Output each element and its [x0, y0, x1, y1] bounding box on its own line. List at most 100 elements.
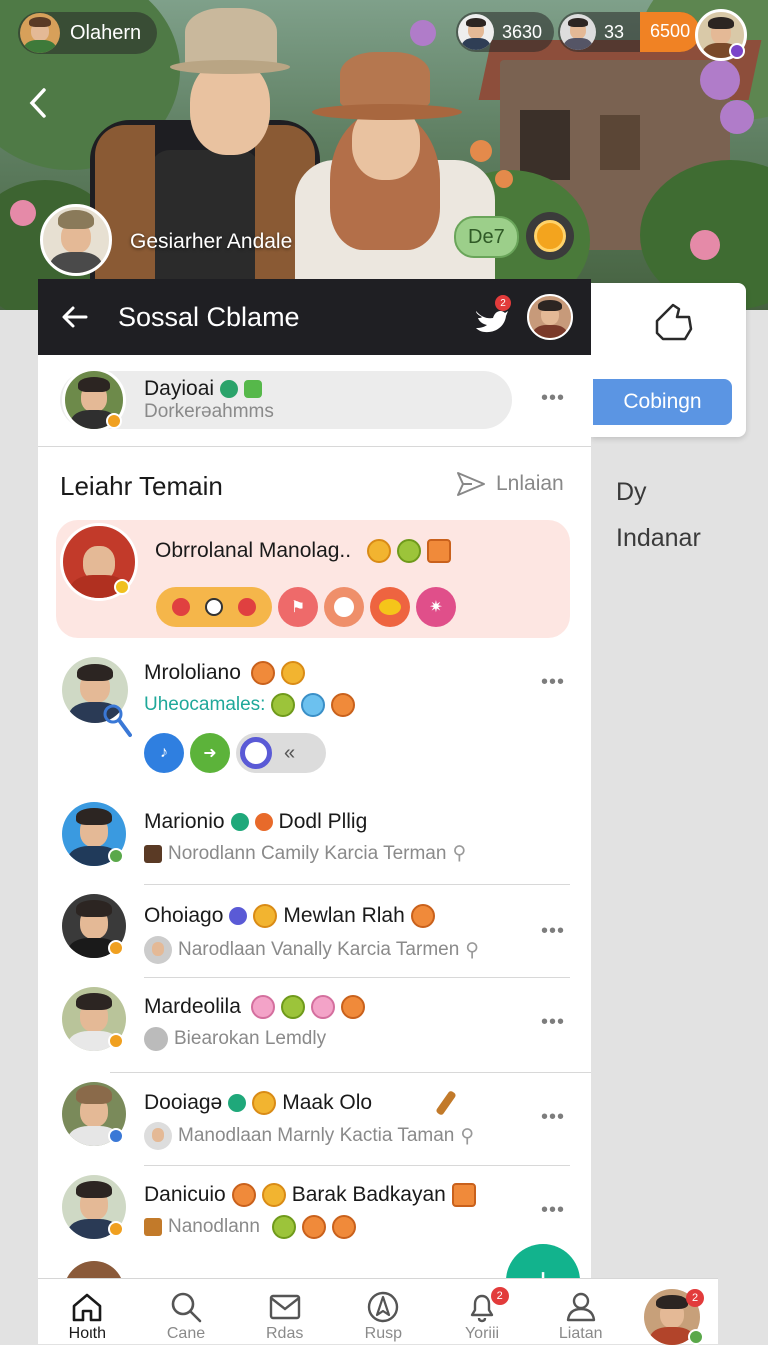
section-action[interactable]: Lnlaian: [456, 471, 564, 497]
item-more-button-4[interactable]: •••: [541, 1011, 565, 1034]
featured-reactions: ⚑ ✷: [156, 587, 456, 627]
item-name-4: Mardeolila: [144, 995, 365, 1019]
sub-icon-6: [144, 1218, 162, 1236]
fire-emoji-icon: [250, 661, 275, 685]
list-item-6[interactable]: Danicuio Barak Badkayan Nanodlann •••: [38, 1167, 591, 1259]
back-arrow-icon[interactable]: [60, 302, 90, 332]
header-avatar[interactable]: [527, 294, 573, 340]
laugh-emoji-icon: [340, 995, 365, 1019]
item-more-button-1[interactable]: •••: [541, 671, 565, 694]
stat-value-1: 3630: [502, 21, 543, 42]
profile-card-sub: Dorkerǝahmms: [144, 401, 274, 422]
blush-emoji-icon: [331, 693, 356, 717]
list-item-5[interactable]: Dooiagǝ Maak Olo Manodlaan Marnly Kactia…: [38, 1074, 591, 1166]
item-sub-3: Narodlaan Vanally Karcia Tarmen ⚲: [144, 936, 479, 964]
hero-tag[interactable]: De7: [454, 216, 519, 258]
profile-card-more-button[interactable]: •••: [541, 387, 565, 410]
sun-emoji-icon-2: [253, 904, 278, 928]
featured-name: Obrrolanal Manolag..: [155, 539, 452, 563]
search-icon: [171, 1292, 202, 1323]
item-sub-5: Manodlaan Marnly Kactia Taman ⚲: [144, 1122, 474, 1150]
smile-emoji-icon: [397, 539, 422, 563]
item-sub-2: Norodlann Camily Karcia Terman ⚲: [144, 842, 466, 865]
flag-reaction-icon[interactable]: ⚑: [278, 587, 318, 627]
nav-mail[interactable]: Rdas: [235, 1279, 334, 1344]
item-badge-icon-6: [108, 1221, 124, 1237]
caption-avatar: [40, 204, 112, 276]
stat-chip-2[interactable]: 33 6500: [558, 12, 701, 52]
nav-avatar-status-icon: [688, 1329, 705, 1345]
laugh-emoji-icon-3: [331, 1215, 356, 1239]
sun-emoji-icon: [367, 539, 392, 563]
nav-compass[interactable]: Rusp: [334, 1279, 433, 1344]
torch-icon: [435, 1090, 457, 1116]
stat-value-3: 6500: [640, 12, 701, 52]
smirk-emoji-icon: [410, 904, 435, 928]
bird-notification-button[interactable]: 2: [473, 295, 513, 337]
side-text-2: Indanar: [616, 524, 701, 552]
list-item-4[interactable]: Mardeolila Biearokan Lemdly •••: [38, 979, 591, 1073]
laugh-emoji-icon-2: [301, 1215, 326, 1239]
item-name-3: Ohoiago Mewlan Rlah: [144, 904, 435, 928]
lemon-reaction-icon[interactable]: [370, 587, 410, 627]
hero-coin-icon[interactable]: [526, 212, 574, 260]
mail-icon: [269, 1294, 300, 1320]
stat-avatar-2: [560, 14, 596, 50]
thumbs-up-icon[interactable]: [649, 299, 697, 347]
toggle-pill-icon[interactable]: «: [236, 733, 326, 773]
nav-avatar-badge: 2: [686, 1289, 705, 1307]
section-title: Leiahr Temain: [60, 471, 223, 501]
item-more-button-3[interactable]: •••: [541, 920, 565, 943]
tiktok-icon[interactable]: ♪: [144, 733, 184, 773]
bell-badge: 2: [490, 1287, 509, 1305]
nav-avatar-slot[interactable]: 2: [630, 1279, 718, 1345]
reaction-faces-icon[interactable]: [156, 587, 272, 627]
item-badge-icon-5: [108, 1128, 124, 1144]
tape-emoji-icon: [427, 539, 452, 563]
profile-card-name: Dayioai: [144, 377, 263, 401]
stat-value-2: 33: [604, 21, 625, 42]
nav-profile[interactable]: Liatan: [531, 1279, 630, 1344]
side-text-1: Dy: [616, 478, 647, 506]
person-icon: [566, 1292, 595, 1322]
item-more-button-6[interactable]: •••: [541, 1199, 565, 1222]
pineapple-emoji-icon: [271, 693, 296, 717]
teal-badge-icon: [230, 813, 249, 831]
person-small-icon: ⚲: [452, 843, 467, 864]
purple-badge-icon: [229, 907, 248, 925]
nav-search[interactable]: Cane: [137, 1279, 236, 1344]
user-avatar: [20, 13, 60, 53]
back-chevron-icon[interactable]: [24, 86, 52, 120]
cobingn-button[interactable]: Cobingn: [593, 379, 732, 425]
item-more-button-5[interactable]: •••: [541, 1106, 565, 1129]
sub-avatar-5: [144, 1122, 172, 1150]
profile-card[interactable]: [60, 371, 512, 429]
nav-bell[interactable]: 2 Yoriii: [433, 1279, 532, 1344]
person-small-icon-2: ⚲: [465, 939, 480, 961]
arrow-app-icon[interactable]: ➜: [190, 733, 230, 773]
profile-card-badge-icon: [106, 413, 122, 429]
item-name-2: Marionio Dodl Pllig: [144, 810, 368, 833]
pig-emoji-icon: [310, 995, 335, 1019]
sparkle-reaction-icon[interactable]: ✷: [416, 587, 456, 627]
hero-caption: Gesiarher Andale: [130, 230, 293, 253]
user-chip-name: Olahern: [70, 21, 142, 44]
nav-home[interactable]: Hoιth: [38, 1279, 137, 1344]
user-chip[interactable]: Olahern: [18, 12, 158, 54]
item-badge-icon-3: [108, 940, 124, 956]
skull-reaction-icon[interactable]: [324, 587, 364, 627]
item-sub-4: Biearokan Lemdly: [144, 1027, 326, 1051]
item-badge-icon-4: [108, 1033, 124, 1049]
home-icon: [73, 1293, 102, 1322]
item-apps-1: ♪ ➜ «: [144, 733, 326, 773]
list-item-2[interactable]: Marionio Dodl Pllig Norodlann Camily Kar…: [38, 794, 591, 884]
send-icon: [457, 472, 485, 496]
stat-chip-1[interactable]: 3630: [456, 12, 555, 52]
grin-emoji-icon: [280, 661, 305, 685]
list-item-3[interactable]: Ohoiago Mewlan Rlah Narodlaan Vanally Ka…: [38, 886, 591, 978]
number-badge-icon: [144, 1027, 168, 1051]
side-card: Cobingn: [591, 283, 746, 437]
stat-avatar-1: [458, 14, 494, 50]
teal-badge-icon-2: [228, 1094, 247, 1112]
panel-header: Sossal Cblame 2: [38, 279, 591, 355]
